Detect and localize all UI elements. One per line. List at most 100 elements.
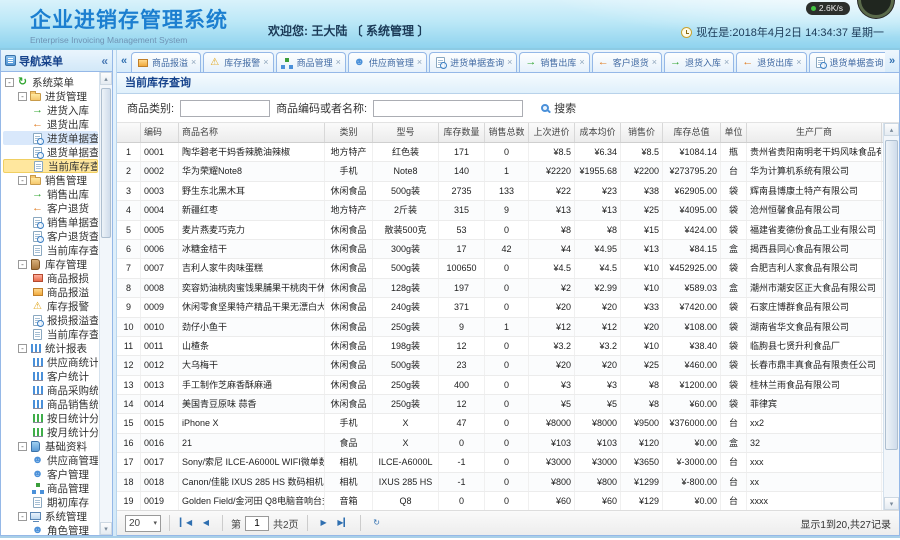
next-page-button[interactable]: ▶ [316, 515, 332, 531]
table-row[interactable]: 150015iPhone X手机X470¥8000¥8000¥9500¥3760… [117, 414, 883, 433]
sidebar-item-supplier-mgmt[interactable]: ☻供应商管理 [3, 453, 98, 467]
sidebar-item-goods-sales-stats[interactable]: 商品销售统计 [3, 397, 98, 411]
sidebar-item-monthly-stats[interactable]: 按月统计分析 [3, 425, 98, 439]
sidebar-item-customer-mgmt[interactable]: ☻客户管理 [3, 467, 98, 481]
tab-scroll-left-button[interactable]: « [117, 51, 131, 72]
sidebar-item-current-stock-query-2[interactable]: 当前库存查询 [3, 243, 98, 257]
tab-purchase-order-query[interactable]: 进货单据查询× [429, 52, 517, 72]
column-header-6[interactable]: 销售总数 [485, 123, 529, 142]
column-header-4[interactable]: 型号 [373, 123, 439, 142]
scroll-down-icon[interactable]: ▾ [100, 522, 112, 535]
table-row[interactable]: 70007吉利人家牛肉味蛋糕休闲食品500g装1006500¥4.5¥4.5¥1… [117, 259, 883, 278]
sidebar-item-system-menu[interactable]: -↻系统菜单 [3, 75, 98, 89]
sidebar-item-base-data[interactable]: -基础资料 [3, 439, 98, 453]
table-row[interactable]: 180018Canon/佳能 IXUS 285 HS 数码相机 2020相机IX… [117, 473, 883, 492]
prev-page-button[interactable]: ◀ [198, 515, 214, 531]
column-header-2[interactable]: 商品名称 [179, 123, 325, 142]
column-header-10[interactable]: 库存总值 [663, 123, 721, 142]
tree-expander-icon[interactable]: - [18, 260, 27, 269]
page-number-input[interactable] [245, 516, 269, 531]
table-row[interactable]: 100010劲仔小鱼干休闲食品250g装91¥12¥12¥20¥108.00袋湖… [117, 318, 883, 337]
sidebar-item-goods-purchase-stats[interactable]: 商品采购统计 [3, 383, 98, 397]
sidebar-item-initial-stock[interactable]: 期初库存 [3, 495, 98, 509]
sidebar-item-sales-order-query[interactable]: 销售单据查询 [3, 215, 98, 229]
table-row[interactable]: 140014美国青豆原味 蒜香休闲食品250g装120¥5¥5¥8¥60.00袋… [117, 395, 883, 414]
sidebar-item-stock-mgmt[interactable]: -库存管理 [3, 257, 98, 271]
refresh-button[interactable]: ↻ [369, 515, 385, 531]
scroll-up-icon[interactable]: ▴ [100, 72, 112, 85]
column-header-9[interactable]: 销售价 [621, 123, 663, 142]
tree-expander-icon[interactable]: - [18, 512, 27, 521]
table-row[interactable]: 80008奕容奶油桃肉蜜饯果脯果干桃肉干休闲零休闲食品128g装1970¥2¥2… [117, 279, 883, 298]
close-icon[interactable]: × [796, 58, 801, 67]
tab-return-order-query[interactable]: 退货单据查询× [809, 52, 885, 72]
sidebar-item-loss-overflow-query[interactable]: 报损报溢查询 [3, 313, 98, 327]
table-row[interactable]: 60006冰糖金桔干休闲食品300g装1742¥4¥4.95¥13¥84.15盒… [117, 240, 883, 259]
sidebar-item-goods-mgmt[interactable]: 商品管理 [3, 481, 98, 495]
grid-scrollbar[interactable]: ▴ ▾ [883, 123, 899, 510]
column-header-3[interactable]: 类别 [325, 123, 373, 142]
sidebar-item-sales-mgmt[interactable]: -销售管理 [3, 173, 98, 187]
close-icon[interactable]: × [507, 58, 512, 67]
tree-expander-icon[interactable]: - [18, 176, 27, 185]
sidebar-item-purchase-mgmt[interactable]: -进货管理 [3, 89, 98, 103]
tree-expander-icon[interactable]: - [18, 92, 27, 101]
column-header-8[interactable]: 成本均价 [575, 123, 621, 142]
table-row[interactable]: 10001陶华碧老干妈香辣脆油辣椒地方特产红色装1710¥8.5¥6.34¥8.… [117, 143, 883, 162]
close-icon[interactable]: × [724, 58, 729, 67]
column-header-1[interactable]: 编码 [141, 123, 179, 142]
close-icon[interactable]: × [263, 58, 268, 67]
table-row[interactable]: 40004新疆红枣地方特产2斤装3159¥13¥13¥25¥4095.00袋沧州… [117, 201, 883, 220]
scroll-down-icon[interactable]: ▾ [884, 497, 899, 510]
table-row[interactable]: 120012大乌梅干休闲食品500g装230¥20¥20¥25¥460.00袋长… [117, 356, 883, 375]
tab-return-out[interactable]: ←退货出库× [736, 52, 806, 72]
close-icon[interactable]: × [417, 58, 422, 67]
sidebar-item-purchase-in[interactable]: →进货入库 [3, 103, 98, 117]
table-row[interactable]: 130013手工制作芝麻香酥麻通休闲食品250g装4000¥3¥3¥8¥1200… [117, 376, 883, 395]
sidebar-collapse-button[interactable]: « [101, 56, 108, 66]
close-icon[interactable]: × [336, 58, 341, 67]
table-row[interactable]: 20002华为荣耀Note8手机Note81401¥2220¥1955.68¥2… [117, 162, 883, 181]
tree-expander-icon[interactable]: - [5, 78, 14, 87]
column-header-5[interactable]: 库存数量 [439, 123, 485, 142]
page-size-select[interactable]: 20 ▾ [125, 515, 161, 532]
tree-expander-icon[interactable]: - [18, 344, 27, 353]
category-input[interactable] [180, 100, 270, 117]
tab-stock-alert[interactable]: ⚠库存报警× [203, 52, 273, 72]
sidebar-item-supplier-stats[interactable]: 供应商统计 [3, 355, 98, 369]
tab-goods-mgmt[interactable]: 商品管理× [276, 52, 346, 72]
sidebar-item-current-stock-query-3[interactable]: 当前库存查询 [3, 327, 98, 341]
table-row[interactable]: 16001621食品X00¥103¥103¥120¥0.00盒32 [117, 434, 883, 453]
sidebar-item-goods-overflow[interactable]: 商品报溢 [3, 285, 98, 299]
keyword-input[interactable] [373, 100, 523, 117]
close-icon[interactable]: × [579, 58, 584, 67]
sidebar-item-customer-return-query[interactable]: 客户退货查询 [3, 229, 98, 243]
column-header-11[interactable]: 单位 [721, 123, 747, 142]
first-page-button[interactable]: ▎◀ [178, 515, 194, 531]
table-row[interactable]: 90009休闲零食坚果特产精品干果无漂白大个开休闲食品240g装3710¥20¥… [117, 298, 883, 317]
table-row[interactable]: 30003野生东北黑木耳休闲食品500g装2735133¥22¥23¥38¥62… [117, 182, 883, 201]
table-row[interactable]: 50005麦片燕麦巧克力休闲食品散装500克530¥8¥8¥15¥424.00袋… [117, 221, 883, 240]
sidebar-item-sales-out[interactable]: →销售出库 [3, 187, 98, 201]
sidebar-item-role-mgmt[interactable]: ☻角色管理 [3, 523, 98, 535]
sidebar-item-stock-alert[interactable]: ⚠库存报警 [3, 299, 98, 313]
sidebar-item-system-mgmt[interactable]: -系统管理 [3, 509, 98, 523]
tab-scroll-right-button[interactable]: » [885, 51, 899, 72]
sidebar-item-return-out[interactable]: ←退货出库 [3, 117, 98, 131]
sidebar-item-current-stock-query[interactable]: 当前库存查询 [3, 159, 98, 173]
close-icon[interactable]: × [652, 58, 657, 67]
net-speed-badge[interactable]: 2.6K/s [806, 2, 850, 15]
sidebar-item-customer-stats[interactable]: 客户统计 [3, 369, 98, 383]
table-row[interactable]: 170017Sony/索尼 ILCE-A6000L WIFI微单数码相机相机IL… [117, 453, 883, 472]
sidebar-item-customer-return[interactable]: ←客户退货 [3, 201, 98, 215]
table-row[interactable]: 110011山楂条休闲食品198g装120¥3.2¥3.2¥10¥38.40袋临… [117, 337, 883, 356]
tab-supplier-mgmt[interactable]: ☻供应商管理× [348, 52, 427, 72]
tab-goods-overflow[interactable]: 商品报溢× [131, 52, 201, 72]
last-page-button[interactable]: ▶▎ [336, 515, 352, 531]
tree-expander-icon[interactable]: - [18, 442, 27, 451]
column-header-0[interactable] [117, 123, 141, 142]
search-button[interactable]: 搜索 [541, 100, 576, 116]
table-row[interactable]: 190019Golden Field/金河田 Q8电脑音响台式多音箱Q800¥6… [117, 492, 883, 510]
scroll-up-icon[interactable]: ▴ [884, 123, 899, 136]
column-header-12[interactable]: 生产厂商 [747, 123, 882, 142]
